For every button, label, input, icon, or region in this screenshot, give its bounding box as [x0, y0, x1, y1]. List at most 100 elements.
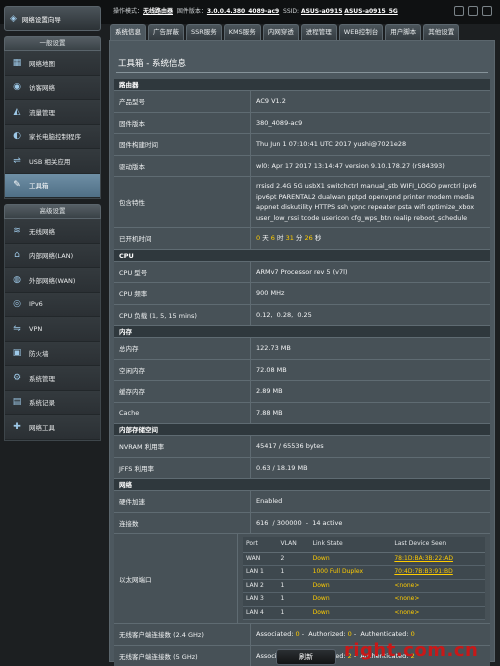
wan-icon: ◍ — [13, 274, 21, 285]
usb-status-icon[interactable] — [468, 6, 478, 16]
uptime-secs: 26 — [304, 234, 313, 242]
port-state: 1000 Full Duplex — [309, 565, 392, 580]
sidebar-item-wan[interactable]: ◍ 外部网络(WAN) — [5, 268, 100, 293]
sidebar-item-guest-network[interactable]: ◉ 访客网络 — [5, 75, 100, 100]
cpu-section-header: CPU — [114, 249, 490, 262]
sidebar-item-label: VPN — [29, 324, 43, 333]
authd-label: Authenticated: — [360, 630, 411, 638]
table-row: 连接数 616 / 300000 - 14 active — [114, 512, 490, 534]
sidebar-item-wireless[interactable]: ≋ 无线网络 — [5, 219, 100, 244]
separator: - — [351, 630, 361, 638]
ipv6-icon: ◎ — [13, 299, 21, 310]
row-value: 380_4089-ac9 — [250, 112, 490, 133]
tab-process-manager[interactable]: 进程管理 — [300, 24, 337, 40]
title-divider — [116, 72, 488, 73]
sidebar-item-toolbox[interactable]: ✎ 工具箱 — [5, 173, 100, 198]
sidebar-item-usb-apps[interactable]: ⇌ USB 相关应用 — [5, 149, 100, 174]
table-row: 已开机时间 0 天 6 时 31 分 26 秒 — [114, 228, 490, 250]
ethernet-ports-cell: Port VLAN Link State Last Device Seen WA… — [237, 534, 490, 623]
sidebar-item-syslog[interactable]: ▤ 系统记录 — [5, 390, 100, 415]
assoc-label: Associated: — [256, 630, 296, 638]
sidebar-item-network-map[interactable]: ▦ 网络地图 — [5, 51, 100, 76]
sidebar-item-network-tools[interactable]: ✚ 网络工具 — [5, 415, 100, 440]
row-value: AC9 V1.2 — [250, 91, 490, 112]
uptime-unit: 分 — [293, 234, 305, 242]
table-row: Cache 7.88 MB — [114, 402, 490, 424]
sidebar-item-label: 系统管理 — [29, 374, 55, 383]
refresh-button[interactable]: 刷新 — [276, 649, 336, 665]
quick-setup-label: 网络设置向导 — [21, 15, 61, 24]
ssid-5g-link[interactable]: ASUS-a0915_5G — [344, 8, 398, 15]
wizard-icon: ◈ — [10, 13, 17, 24]
row-label: 空闲内存 — [119, 366, 145, 375]
sidebar: ◈ 网络设置向导 一般设置 ▦ 网络地图 ◉ 访客网络 ◭ 流量管理 ◐ 家长电脑控制程… — [4, 6, 101, 441]
tab-ssr[interactable]: SSR服务 — [186, 24, 222, 40]
sidebar-item-label: 外部网络(WAN) — [29, 276, 76, 285]
network-status-icon[interactable] — [482, 6, 492, 16]
table-row: 总内存 122.73 MB — [114, 338, 490, 360]
tab-other-settings[interactable]: 其他设置 — [423, 24, 460, 40]
device-mac-link[interactable]: 78:1D:BA:3B:22:AD — [391, 552, 485, 566]
row-label: 无线客户端连接数 (5 GHz) — [119, 652, 198, 661]
status-line: 操作模式：无线路由器 固件版本：3.0.0.4.380_4089-ac9 SSI… — [113, 6, 398, 15]
sidebar-item-vpn[interactable]: ⇋ VPN — [5, 317, 100, 342]
sidebar-item-traffic-manager[interactable]: ◭ 流量管理 — [5, 100, 100, 125]
firmware-link[interactable]: 3.0.0.4.380_4089-ac9 — [207, 8, 279, 15]
col-vlan: VLAN — [277, 537, 310, 553]
col-last-device: Last Device Seen — [391, 537, 485, 553]
tab-system-info[interactable]: 系统信息 — [110, 24, 146, 40]
row-value: wl0: Apr 17 2017 13:14:47 version 9.10.1… — [250, 155, 490, 176]
quick-setup-button[interactable]: ◈ 网络设置向导 — [4, 6, 101, 31]
row-label: 无线客户端连接数 (2.4 GHz) — [119, 631, 204, 640]
port-vlan: 2 — [277, 552, 310, 566]
tab-nat-traversal[interactable]: 内网穿透 — [262, 24, 299, 40]
sidebar-item-ipv6[interactable]: ◎ IPv6 — [5, 292, 100, 317]
sidebar-item-label: IPv6 — [29, 300, 43, 309]
tab-web-console[interactable]: WEB控制台 — [338, 24, 384, 40]
hw-accel-value: Enabled — [250, 491, 490, 512]
port-device: <none> — [391, 606, 485, 620]
sidebar-item-label: 流量管理 — [29, 108, 55, 117]
ethernet-ports-table: Port VLAN Link State Last Device Seen WA… — [243, 537, 485, 620]
advanced-menu: ≋ 无线网络 ⌂ 内部网络(LAN) ◍ 外部网络(WAN) ◎ IPv6 ⇋ VPN ▣… — [4, 219, 101, 441]
toolbox-icon: ✎ — [13, 180, 21, 191]
general-menu: ▦ 网络地图 ◉ 访客网络 ◭ 流量管理 ◐ 家长电脑控制程序 ⇌ USB 相关应用 ✎ 工… — [4, 51, 101, 199]
row-value: 72.08 MB — [250, 359, 490, 380]
port-name: LAN 2 — [243, 579, 278, 593]
sidebar-item-parental-control[interactable]: ◐ 家长电脑控制程序 — [5, 124, 100, 149]
page-title: 工具箱 - 系统信息 — [118, 59, 186, 69]
port-vlan: 1 — [277, 592, 310, 607]
device-mac-link[interactable]: 70:4D:7B:B3:91:BD — [391, 565, 485, 580]
table-row: 固件版本 380_4089-ac9 — [114, 112, 490, 134]
usb-icon: ⇌ — [13, 155, 21, 166]
sidebar-item-label: 内部网络(LAN) — [29, 252, 74, 261]
ssid-24-link[interactable]: ASUS-a0915 — [301, 8, 342, 15]
table-row: CPU 频率 900 MHz — [114, 283, 490, 305]
port-state: Down — [309, 552, 392, 566]
sidebar-item-firewall[interactable]: ▣ 防火墙 — [5, 341, 100, 366]
row-label: 缓存内存 — [119, 388, 145, 397]
tab-user-scripts[interactable]: 用户脚本 — [385, 24, 422, 40]
sidebar-item-label: 无线网络 — [29, 227, 55, 236]
system-info-table: 路由器 产品型号 AC9 V1.2 固件版本 380_4089-ac9 固件构建时间… — [114, 79, 490, 666]
guest-network-icon: ◉ — [13, 82, 21, 93]
sidebar-item-lan[interactable]: ⌂ 内部网络(LAN) — [5, 243, 100, 268]
logout-icon[interactable] — [454, 6, 464, 16]
table-row: WAN 2 Down 78:1D:BA:3B:22:AD — [243, 552, 485, 566]
uptime-unit: 时 — [274, 234, 286, 242]
row-label: CPU 频率 — [119, 290, 148, 299]
tab-kms[interactable]: KMS服务 — [223, 24, 261, 40]
col-link-state: Link State — [309, 537, 392, 553]
table-row: CPU 负载 (1, 5, 15 mins) 0.12, 0.28, 0.25 — [114, 304, 490, 326]
sidebar-item-label: USB 相关应用 — [29, 157, 71, 166]
sidebar-item-admin[interactable]: ⚙ 系统管理 — [5, 366, 100, 391]
mode-link[interactable]: 无线路由器 — [143, 8, 173, 15]
port-name: WAN — [243, 552, 278, 566]
table-row: 缓存内存 2.89 MB — [114, 381, 490, 403]
table-row: LAN 2 1 Down <none> — [243, 579, 485, 593]
mode-label: 操作模式： — [113, 8, 144, 15]
status-icons — [454, 6, 492, 16]
row-label: 产品型号 — [119, 98, 145, 107]
tab-ad-block[interactable]: 广告屏蔽 — [148, 24, 184, 40]
port-name: LAN 4 — [243, 606, 278, 620]
